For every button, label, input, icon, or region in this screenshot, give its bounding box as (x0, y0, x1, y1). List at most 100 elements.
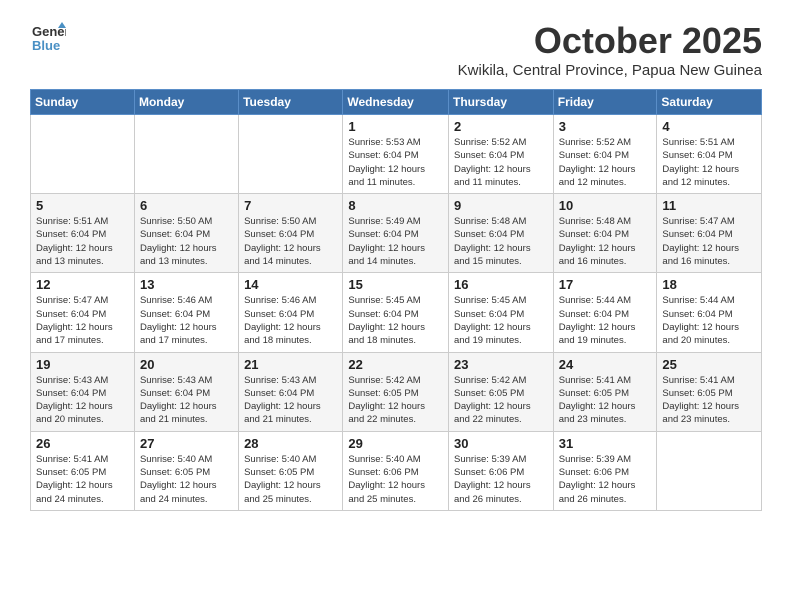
day-cell-19: 19 Sunrise: 5:43 AM Sunset: 6:04 PM Dayli… (31, 352, 135, 431)
day-cell-18: 18Sunrise: 5:44 AM Sunset: 6:04 PM Dayli… (657, 273, 762, 352)
day-number: 14 (244, 277, 337, 292)
logo: General Blue (30, 20, 66, 56)
day-cell-13: 13 Sunrise: 5:46 AM Sunset: 6:04 PM Dayli… (134, 273, 238, 352)
day-info: Sunrise: 5:50 AM Sunset: 6:04 PM Dayligh… (140, 215, 233, 268)
day-cell-1: 1Sunrise: 5:53 AM Sunset: 6:04 PM Daylig… (343, 115, 449, 194)
day-info: Sunrise: 5:43 AM Sunset: 6:04 PM Dayligh… (36, 374, 129, 427)
day-number: 13 (140, 277, 233, 292)
day-cell-9: 9 Sunrise: 5:48 AM Sunset: 6:04 PM Daylig… (449, 194, 554, 273)
day-cell-11: 11 Sunrise: 5:47 AM Sunset: 6:04 PM Dayli… (657, 194, 762, 273)
empty-cell (134, 115, 238, 194)
weekday-header-friday: Friday (553, 90, 657, 115)
day-info: Sunrise: 5:40 AM Sunset: 6:05 PM Dayligh… (140, 453, 233, 506)
day-number: 4 (662, 119, 756, 134)
day-number: 7 (244, 198, 337, 213)
location: Kwikila, Central Province, Papua New Gui… (458, 62, 762, 79)
day-cell-24: 24 Sunrise: 5:41 AM Sunset: 6:05 PM Dayli… (553, 352, 657, 431)
day-info: Sunrise: 5:41 AM Sunset: 6:05 PM Dayligh… (36, 453, 129, 506)
day-cell-31: 31 Sunrise: 5:39 AM Sunset: 6:06 PM Dayli… (553, 431, 657, 510)
weekday-header-tuesday: Tuesday (239, 90, 343, 115)
month-title: October 2025 (458, 20, 762, 62)
day-number: 15 (348, 277, 443, 292)
day-info: Sunrise: 5:47 AM Sunset: 6:04 PM Dayligh… (36, 294, 129, 347)
day-cell-30: 30Sunrise: 5:39 AM Sunset: 6:06 PM Dayli… (449, 431, 554, 510)
title-block: October 2025 Kwikila, Central Province, … (458, 20, 762, 79)
day-number: 19 (36, 357, 129, 372)
logo-icon: General Blue (30, 20, 66, 56)
day-info: Sunrise: 5:48 AM Sunset: 6:04 PM Dayligh… (454, 215, 548, 268)
day-number: 27 (140, 436, 233, 451)
day-number: 17 (559, 277, 652, 292)
week-row-1: 1Sunrise: 5:53 AM Sunset: 6:04 PM Daylig… (31, 115, 762, 194)
weekday-header-saturday: Saturday (657, 90, 762, 115)
day-cell-7: 7 Sunrise: 5:50 AM Sunset: 6:04 PM Daylig… (239, 194, 343, 273)
week-row-4: 19 Sunrise: 5:43 AM Sunset: 6:04 PM Dayli… (31, 352, 762, 431)
day-info: Sunrise: 5:43 AM Sunset: 6:04 PM Dayligh… (140, 374, 233, 427)
day-info: Sunrise: 5:42 AM Sunset: 6:05 PM Dayligh… (454, 374, 548, 427)
day-number: 8 (348, 198, 443, 213)
day-cell-25: 25 Sunrise: 5:41 AM Sunset: 6:05 PM Dayli… (657, 352, 762, 431)
day-cell-14: 14Sunrise: 5:46 AM Sunset: 6:04 PM Dayli… (239, 273, 343, 352)
day-info: Sunrise: 5:40 AM Sunset: 6:06 PM Dayligh… (348, 453, 443, 506)
day-number: 5 (36, 198, 129, 213)
day-number: 2 (454, 119, 548, 134)
day-cell-3: 3 Sunrise: 5:52 AM Sunset: 6:04 PM Daylig… (553, 115, 657, 194)
day-info: Sunrise: 5:47 AM Sunset: 6:04 PM Dayligh… (662, 215, 756, 268)
day-info: Sunrise: 5:48 AM Sunset: 6:04 PM Dayligh… (559, 215, 652, 268)
day-cell-28: 28 Sunrise: 5:40 AM Sunset: 6:05 PM Dayli… (239, 431, 343, 510)
weekday-header-wednesday: Wednesday (343, 90, 449, 115)
day-cell-22: 22Sunrise: 5:42 AM Sunset: 6:05 PM Dayli… (343, 352, 449, 431)
day-number: 20 (140, 357, 233, 372)
weekday-header-row: SundayMondayTuesdayWednesdayThursdayFrid… (31, 90, 762, 115)
day-number: 6 (140, 198, 233, 213)
day-info: Sunrise: 5:42 AM Sunset: 6:05 PM Dayligh… (348, 374, 443, 427)
day-cell-26: 26 Sunrise: 5:41 AM Sunset: 6:05 PM Dayli… (31, 431, 135, 510)
day-info: Sunrise: 5:45 AM Sunset: 6:04 PM Dayligh… (348, 294, 443, 347)
day-number: 11 (662, 198, 756, 213)
day-info: Sunrise: 5:50 AM Sunset: 6:04 PM Dayligh… (244, 215, 337, 268)
day-info: Sunrise: 5:43 AM Sunset: 6:04 PM Dayligh… (244, 374, 337, 427)
day-cell-2: 2 Sunrise: 5:52 AM Sunset: 6:04 PM Daylig… (449, 115, 554, 194)
day-info: Sunrise: 5:40 AM Sunset: 6:05 PM Dayligh… (244, 453, 337, 506)
day-number: 24 (559, 357, 652, 372)
day-info: Sunrise: 5:46 AM Sunset: 6:04 PM Dayligh… (140, 294, 233, 347)
week-row-3: 12Sunrise: 5:47 AM Sunset: 6:04 PM Dayli… (31, 273, 762, 352)
day-number: 3 (559, 119, 652, 134)
day-cell-20: 20 Sunrise: 5:43 AM Sunset: 6:04 PM Dayli… (134, 352, 238, 431)
calendar-table: SundayMondayTuesdayWednesdayThursdayFrid… (30, 89, 762, 511)
day-number: 18 (662, 277, 756, 292)
day-cell-29: 29Sunrise: 5:40 AM Sunset: 6:06 PM Dayli… (343, 431, 449, 510)
day-cell-6: 6 Sunrise: 5:50 AM Sunset: 6:04 PM Daylig… (134, 194, 238, 273)
week-row-5: 26 Sunrise: 5:41 AM Sunset: 6:05 PM Dayli… (31, 431, 762, 510)
day-number: 21 (244, 357, 337, 372)
day-number: 1 (348, 119, 443, 134)
day-info: Sunrise: 5:45 AM Sunset: 6:04 PM Dayligh… (454, 294, 548, 347)
day-number: 10 (559, 198, 652, 213)
day-cell-17: 17 Sunrise: 5:44 AM Sunset: 6:04 PM Dayli… (553, 273, 657, 352)
empty-cell (657, 431, 762, 510)
day-number: 28 (244, 436, 337, 451)
day-info: Sunrise: 5:41 AM Sunset: 6:05 PM Dayligh… (559, 374, 652, 427)
day-cell-21: 21 Sunrise: 5:43 AM Sunset: 6:04 PM Dayli… (239, 352, 343, 431)
week-row-2: 5 Sunrise: 5:51 AM Sunset: 6:04 PM Daylig… (31, 194, 762, 273)
empty-cell (31, 115, 135, 194)
day-info: Sunrise: 5:52 AM Sunset: 6:04 PM Dayligh… (559, 136, 652, 189)
day-info: Sunrise: 5:39 AM Sunset: 6:06 PM Dayligh… (559, 453, 652, 506)
day-cell-12: 12Sunrise: 5:47 AM Sunset: 6:04 PM Dayli… (31, 273, 135, 352)
day-number: 16 (454, 277, 548, 292)
day-cell-5: 5 Sunrise: 5:51 AM Sunset: 6:04 PM Daylig… (31, 194, 135, 273)
empty-cell (239, 115, 343, 194)
day-info: Sunrise: 5:41 AM Sunset: 6:05 PM Dayligh… (662, 374, 756, 427)
day-number: 25 (662, 357, 756, 372)
weekday-header-monday: Monday (134, 90, 238, 115)
day-info: Sunrise: 5:52 AM Sunset: 6:04 PM Dayligh… (454, 136, 548, 189)
day-info: Sunrise: 5:44 AM Sunset: 6:04 PM Dayligh… (559, 294, 652, 347)
day-cell-15: 15 Sunrise: 5:45 AM Sunset: 6:04 PM Dayli… (343, 273, 449, 352)
day-number: 9 (454, 198, 548, 213)
day-number: 26 (36, 436, 129, 451)
weekday-header-sunday: Sunday (31, 90, 135, 115)
day-info: Sunrise: 5:51 AM Sunset: 6:04 PM Dayligh… (36, 215, 129, 268)
day-cell-27: 27 Sunrise: 5:40 AM Sunset: 6:05 PM Dayli… (134, 431, 238, 510)
day-cell-8: 8Sunrise: 5:49 AM Sunset: 6:04 PM Daylig… (343, 194, 449, 273)
day-number: 31 (559, 436, 652, 451)
